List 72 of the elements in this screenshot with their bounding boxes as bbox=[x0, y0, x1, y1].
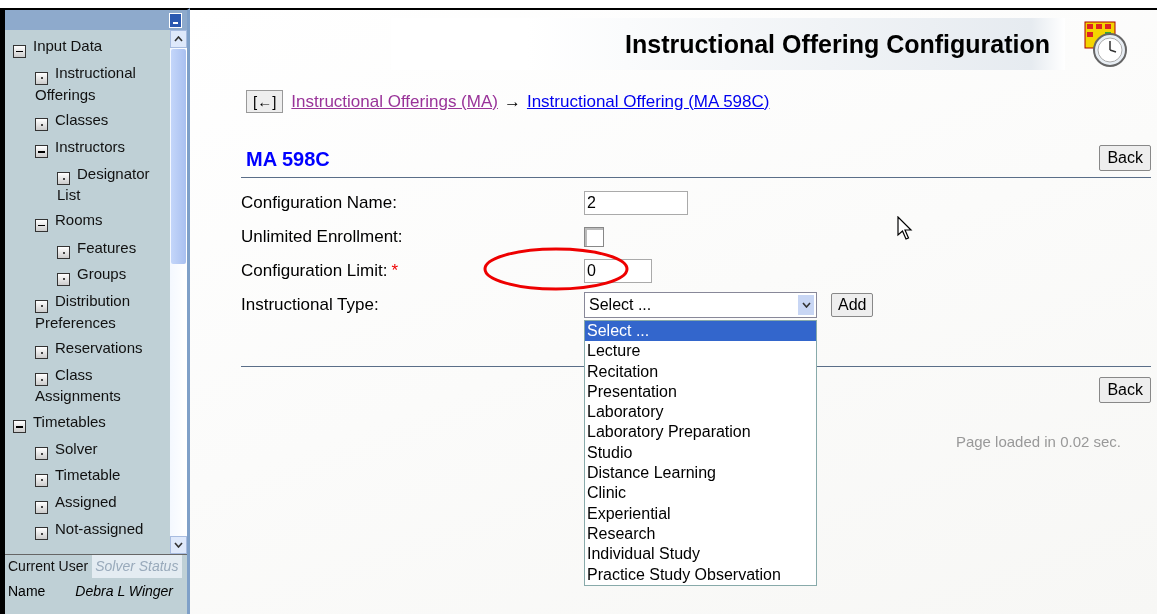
field-label: Unlimited Enrollment: bbox=[241, 227, 403, 246]
field-label: Configuration Name: bbox=[241, 193, 397, 212]
input-field[interactable]: 0 bbox=[584, 259, 652, 283]
tree-item[interactable]: Rooms bbox=[35, 210, 166, 233]
dropdown-option[interactable]: Presentation bbox=[585, 381, 816, 403]
tree-item[interactable]: Designator List bbox=[57, 163, 166, 206]
leaf-icon[interactable] bbox=[35, 118, 48, 132]
minimize-icon[interactable] bbox=[169, 12, 182, 28]
leaf-icon[interactable] bbox=[57, 172, 70, 186]
leaf-icon[interactable] bbox=[35, 299, 48, 313]
leaf-icon[interactable] bbox=[35, 473, 48, 487]
dropdown-option[interactable]: Individual Study bbox=[585, 544, 816, 565]
collapse-icon[interactable] bbox=[13, 420, 26, 434]
field-label: Instructional Type: bbox=[241, 295, 379, 314]
dropdown-option[interactable]: Studio bbox=[585, 442, 816, 464]
collapse-icon[interactable] bbox=[35, 219, 48, 233]
back-nav-button[interactable]: [←] bbox=[246, 90, 284, 113]
dropdown-option[interactable]: Distance Learning bbox=[585, 463, 816, 484]
tree-item[interactable]: Instructional Offerings bbox=[35, 63, 166, 105]
dropdown-option[interactable]: Select ... bbox=[585, 321, 816, 342]
leaf-icon[interactable] bbox=[57, 272, 70, 286]
leaf-icon[interactable] bbox=[57, 246, 70, 260]
info-value: Debra L Winger bbox=[75, 583, 174, 599]
leaf-icon[interactable] bbox=[35, 527, 48, 541]
dropdown-option[interactable]: Experiential bbox=[585, 503, 816, 524]
dropdown-option[interactable]: Laboratory Preparation bbox=[585, 422, 816, 443]
tree-item[interactable]: Instructors bbox=[35, 136, 166, 159]
mouse-pointer-icon bbox=[897, 216, 913, 240]
back-button[interactable]: Back bbox=[1099, 377, 1151, 403]
info-label: Name bbox=[8, 583, 46, 599]
tree-item[interactable]: Input Data bbox=[13, 36, 166, 58]
breadcrumb-link[interactable]: Instructional Offering (MA 598C) bbox=[526, 91, 770, 112]
dropdown-option[interactable]: Recitation bbox=[585, 361, 816, 382]
tree-item[interactable]: Solver bbox=[35, 438, 166, 461]
dropdown[interactable]: Select ... bbox=[584, 292, 817, 318]
tree-item[interactable]: Distribution Preferences bbox=[35, 291, 166, 333]
scroll-down-icon[interactable] bbox=[174, 542, 183, 548]
scroll-up-icon[interactable] bbox=[174, 36, 183, 42]
tree-item[interactable]: Groups bbox=[57, 264, 166, 286]
leaf-icon[interactable] bbox=[35, 500, 48, 514]
tree-item[interactable]: Class Assignments bbox=[35, 364, 166, 407]
collapse-icon[interactable] bbox=[35, 145, 48, 159]
breadcrumb-separator: → bbox=[503, 91, 521, 112]
breadcrumb-link[interactable]: Instructional Offerings (MA) bbox=[291, 91, 498, 112]
page-load-time: Page loaded in 0.02 sec. bbox=[954, 433, 1121, 450]
dropdown-option[interactable]: Lecture bbox=[585, 341, 816, 362]
leaf-icon[interactable] bbox=[35, 447, 48, 461]
calendar-clock-icon bbox=[1083, 20, 1129, 68]
scrollbar[interactable] bbox=[170, 30, 187, 554]
add-button[interactable]: Add bbox=[831, 293, 874, 317]
section-heading: MA 598C bbox=[246, 148, 330, 171]
dropdown-option[interactable]: Laboratory bbox=[585, 402, 816, 423]
page-title: Instructional Offering Configuration bbox=[625, 29, 1050, 59]
tree-item[interactable]: Timetable bbox=[35, 465, 166, 487]
required-mark: * bbox=[391, 261, 399, 280]
tree-item[interactable]: Reservations bbox=[35, 337, 166, 360]
collapse-icon[interactable] bbox=[13, 44, 26, 58]
tree-item[interactable]: Classes bbox=[35, 109, 166, 132]
dropdown-option[interactable]: Clinic bbox=[585, 483, 816, 504]
dropdown-option[interactable]: Practice Study Observation bbox=[585, 564, 816, 585]
dropdown-option[interactable]: Research bbox=[585, 523, 816, 545]
tree-item[interactable]: Timetables bbox=[13, 411, 166, 434]
field-label: Configuration Limit: bbox=[241, 261, 388, 280]
checkbox[interactable] bbox=[584, 227, 604, 247]
tree-item[interactable]: Not-assigned bbox=[35, 518, 166, 541]
back-button[interactable]: Back bbox=[1099, 145, 1151, 171]
input-field[interactable]: 2 bbox=[584, 191, 688, 215]
leaf-icon[interactable] bbox=[35, 71, 48, 85]
tree-item[interactable]: Assigned bbox=[35, 492, 166, 514]
leaf-icon[interactable] bbox=[35, 346, 48, 360]
tree-item[interactable]: Features bbox=[57, 237, 166, 260]
leaf-icon[interactable] bbox=[35, 373, 48, 387]
